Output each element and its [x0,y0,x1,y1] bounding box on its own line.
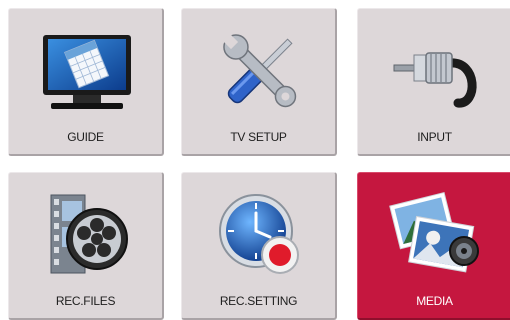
menu-tile-label: REC.SETTING [219,294,298,308]
menu-tile-tv-setup[interactable]: TV SETUP [181,8,337,156]
menu-tile-label: MEDIA [416,294,453,308]
cable-plug-icon [393,52,477,108]
menu-tile-label: INPUT [417,130,452,144]
menu-tile-media[interactable]: MEDIA [357,172,510,320]
menu-tile-label: REC.FILES [55,294,116,308]
menu-tile-rec-files[interactable]: REC.FILES [8,172,164,320]
clock-record-icon [219,194,299,274]
menu-tile-rec-setting[interactable]: REC.SETTING [181,172,337,320]
menu-tile-label: TV SETUP [230,130,287,144]
tools-icon [222,33,297,108]
photo-media-icon [389,191,479,273]
menu-tile-label: GUIDE [67,130,104,144]
film-reel-icon [50,194,128,274]
menu-tile-guide[interactable]: GUIDE [8,8,164,156]
menu-tile-input[interactable]: INPUT [357,8,510,156]
guide-monitor-icon [43,35,131,109]
